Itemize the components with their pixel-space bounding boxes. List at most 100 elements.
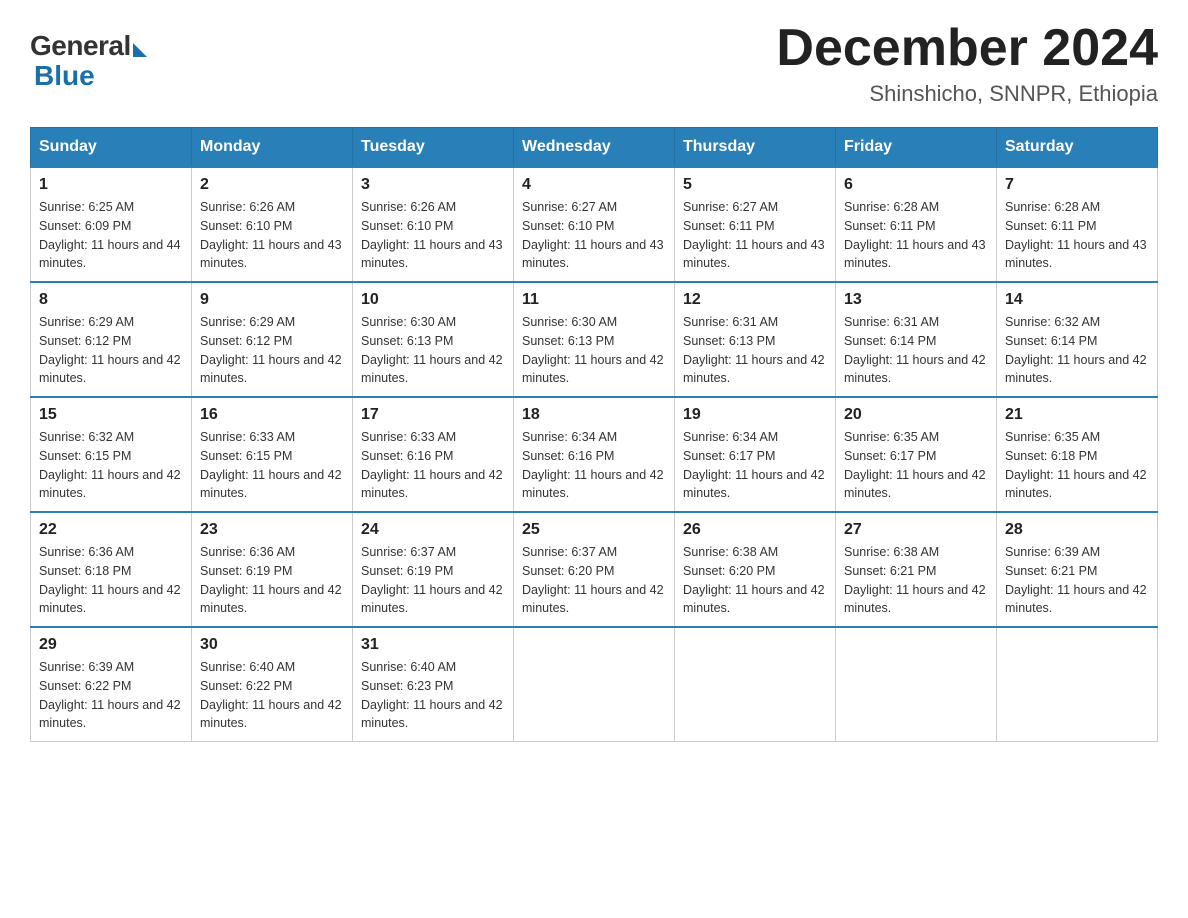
day-info: Sunrise: 6:30 AMSunset: 6:13 PMDaylight:… [361, 315, 503, 385]
day-info: Sunrise: 6:32 AMSunset: 6:15 PMDaylight:… [39, 430, 181, 500]
day-number: 5 [683, 176, 827, 194]
day-number: 14 [1005, 291, 1149, 309]
calendar-week-4: 22 Sunrise: 6:36 AMSunset: 6:18 PMDaylig… [31, 512, 1158, 627]
calendar-cell: 4 Sunrise: 6:27 AMSunset: 6:10 PMDayligh… [514, 167, 675, 282]
header-wednesday: Wednesday [514, 128, 675, 168]
calendar-table: SundayMondayTuesdayWednesdayThursdayFrid… [30, 127, 1158, 742]
day-number: 10 [361, 291, 505, 309]
day-info: Sunrise: 6:27 AMSunset: 6:10 PMDaylight:… [522, 200, 664, 270]
day-number: 19 [683, 406, 827, 424]
logo-blue-text: Blue [34, 60, 95, 92]
calendar-cell: 20 Sunrise: 6:35 AMSunset: 6:17 PMDaylig… [836, 397, 997, 512]
day-info: Sunrise: 6:35 AMSunset: 6:17 PMDaylight:… [844, 430, 986, 500]
calendar-cell: 6 Sunrise: 6:28 AMSunset: 6:11 PMDayligh… [836, 167, 997, 282]
calendar-cell: 30 Sunrise: 6:40 AMSunset: 6:22 PMDaylig… [192, 627, 353, 742]
header-monday: Monday [192, 128, 353, 168]
calendar-cell: 16 Sunrise: 6:33 AMSunset: 6:15 PMDaylig… [192, 397, 353, 512]
day-info: Sunrise: 6:35 AMSunset: 6:18 PMDaylight:… [1005, 430, 1147, 500]
day-number: 27 [844, 521, 988, 539]
day-number: 4 [522, 176, 666, 194]
day-info: Sunrise: 6:31 AMSunset: 6:14 PMDaylight:… [844, 315, 986, 385]
calendar-cell: 27 Sunrise: 6:38 AMSunset: 6:21 PMDaylig… [836, 512, 997, 627]
day-number: 26 [683, 521, 827, 539]
location-title: Shinshicho, SNNPR, Ethiopia [776, 81, 1158, 107]
header-saturday: Saturday [997, 128, 1158, 168]
day-info: Sunrise: 6:38 AMSunset: 6:20 PMDaylight:… [683, 545, 825, 615]
calendar-cell: 12 Sunrise: 6:31 AMSunset: 6:13 PMDaylig… [675, 282, 836, 397]
day-info: Sunrise: 6:36 AMSunset: 6:18 PMDaylight:… [39, 545, 181, 615]
day-info: Sunrise: 6:25 AMSunset: 6:09 PMDaylight:… [39, 200, 181, 270]
month-title: December 2024 [776, 20, 1158, 77]
calendar-cell: 17 Sunrise: 6:33 AMSunset: 6:16 PMDaylig… [353, 397, 514, 512]
logo-triangle-icon [133, 43, 147, 57]
calendar-week-1: 1 Sunrise: 6:25 AMSunset: 6:09 PMDayligh… [31, 167, 1158, 282]
day-number: 28 [1005, 521, 1149, 539]
day-number: 2 [200, 176, 344, 194]
header-sunday: Sunday [31, 128, 192, 168]
calendar-cell: 28 Sunrise: 6:39 AMSunset: 6:21 PMDaylig… [997, 512, 1158, 627]
day-info: Sunrise: 6:34 AMSunset: 6:16 PMDaylight:… [522, 430, 664, 500]
day-info: Sunrise: 6:31 AMSunset: 6:13 PMDaylight:… [683, 315, 825, 385]
calendar-week-2: 8 Sunrise: 6:29 AMSunset: 6:12 PMDayligh… [31, 282, 1158, 397]
day-number: 30 [200, 636, 344, 654]
logo: General Blue [30, 30, 147, 92]
calendar-cell: 29 Sunrise: 6:39 AMSunset: 6:22 PMDaylig… [31, 627, 192, 742]
day-number: 9 [200, 291, 344, 309]
page-header: General Blue December 2024 Shinshicho, S… [30, 20, 1158, 107]
day-info: Sunrise: 6:26 AMSunset: 6:10 PMDaylight:… [200, 200, 342, 270]
day-number: 16 [200, 406, 344, 424]
day-info: Sunrise: 6:33 AMSunset: 6:15 PMDaylight:… [200, 430, 342, 500]
calendar-cell: 11 Sunrise: 6:30 AMSunset: 6:13 PMDaylig… [514, 282, 675, 397]
day-info: Sunrise: 6:33 AMSunset: 6:16 PMDaylight:… [361, 430, 503, 500]
day-number: 17 [361, 406, 505, 424]
calendar-cell: 31 Sunrise: 6:40 AMSunset: 6:23 PMDaylig… [353, 627, 514, 742]
day-number: 11 [522, 291, 666, 309]
day-number: 3 [361, 176, 505, 194]
day-info: Sunrise: 6:29 AMSunset: 6:12 PMDaylight:… [200, 315, 342, 385]
calendar-cell: 10 Sunrise: 6:30 AMSunset: 6:13 PMDaylig… [353, 282, 514, 397]
day-number: 7 [1005, 176, 1149, 194]
day-info: Sunrise: 6:36 AMSunset: 6:19 PMDaylight:… [200, 545, 342, 615]
calendar-cell: 5 Sunrise: 6:27 AMSunset: 6:11 PMDayligh… [675, 167, 836, 282]
day-number: 8 [39, 291, 183, 309]
calendar-cell: 19 Sunrise: 6:34 AMSunset: 6:17 PMDaylig… [675, 397, 836, 512]
day-info: Sunrise: 6:38 AMSunset: 6:21 PMDaylight:… [844, 545, 986, 615]
day-number: 1 [39, 176, 183, 194]
header-thursday: Thursday [675, 128, 836, 168]
day-number: 20 [844, 406, 988, 424]
calendar-cell: 2 Sunrise: 6:26 AMSunset: 6:10 PMDayligh… [192, 167, 353, 282]
day-number: 22 [39, 521, 183, 539]
calendar-cell: 7 Sunrise: 6:28 AMSunset: 6:11 PMDayligh… [997, 167, 1158, 282]
day-info: Sunrise: 6:32 AMSunset: 6:14 PMDaylight:… [1005, 315, 1147, 385]
day-info: Sunrise: 6:34 AMSunset: 6:17 PMDaylight:… [683, 430, 825, 500]
day-number: 6 [844, 176, 988, 194]
calendar-cell: 8 Sunrise: 6:29 AMSunset: 6:12 PMDayligh… [31, 282, 192, 397]
day-info: Sunrise: 6:39 AMSunset: 6:22 PMDaylight:… [39, 660, 181, 730]
calendar-cell: 9 Sunrise: 6:29 AMSunset: 6:12 PMDayligh… [192, 282, 353, 397]
calendar-cell [514, 627, 675, 742]
calendar-week-3: 15 Sunrise: 6:32 AMSunset: 6:15 PMDaylig… [31, 397, 1158, 512]
calendar-cell: 1 Sunrise: 6:25 AMSunset: 6:09 PMDayligh… [31, 167, 192, 282]
logo-general-text: General [30, 30, 131, 62]
day-info: Sunrise: 6:29 AMSunset: 6:12 PMDaylight:… [39, 315, 181, 385]
calendar-cell: 26 Sunrise: 6:38 AMSunset: 6:20 PMDaylig… [675, 512, 836, 627]
day-info: Sunrise: 6:40 AMSunset: 6:22 PMDaylight:… [200, 660, 342, 730]
calendar-cell [836, 627, 997, 742]
calendar-week-5: 29 Sunrise: 6:39 AMSunset: 6:22 PMDaylig… [31, 627, 1158, 742]
day-info: Sunrise: 6:40 AMSunset: 6:23 PMDaylight:… [361, 660, 503, 730]
calendar-cell: 25 Sunrise: 6:37 AMSunset: 6:20 PMDaylig… [514, 512, 675, 627]
day-info: Sunrise: 6:28 AMSunset: 6:11 PMDaylight:… [844, 200, 986, 270]
calendar-cell: 21 Sunrise: 6:35 AMSunset: 6:18 PMDaylig… [997, 397, 1158, 512]
calendar-cell [997, 627, 1158, 742]
calendar-header-row: SundayMondayTuesdayWednesdayThursdayFrid… [31, 128, 1158, 168]
calendar-cell [675, 627, 836, 742]
calendar-cell: 23 Sunrise: 6:36 AMSunset: 6:19 PMDaylig… [192, 512, 353, 627]
day-info: Sunrise: 6:37 AMSunset: 6:20 PMDaylight:… [522, 545, 664, 615]
title-area: December 2024 Shinshicho, SNNPR, Ethiopi… [776, 20, 1158, 107]
calendar-cell: 13 Sunrise: 6:31 AMSunset: 6:14 PMDaylig… [836, 282, 997, 397]
header-friday: Friday [836, 128, 997, 168]
day-number: 31 [361, 636, 505, 654]
calendar-cell: 24 Sunrise: 6:37 AMSunset: 6:19 PMDaylig… [353, 512, 514, 627]
day-info: Sunrise: 6:26 AMSunset: 6:10 PMDaylight:… [361, 200, 503, 270]
day-number: 18 [522, 406, 666, 424]
